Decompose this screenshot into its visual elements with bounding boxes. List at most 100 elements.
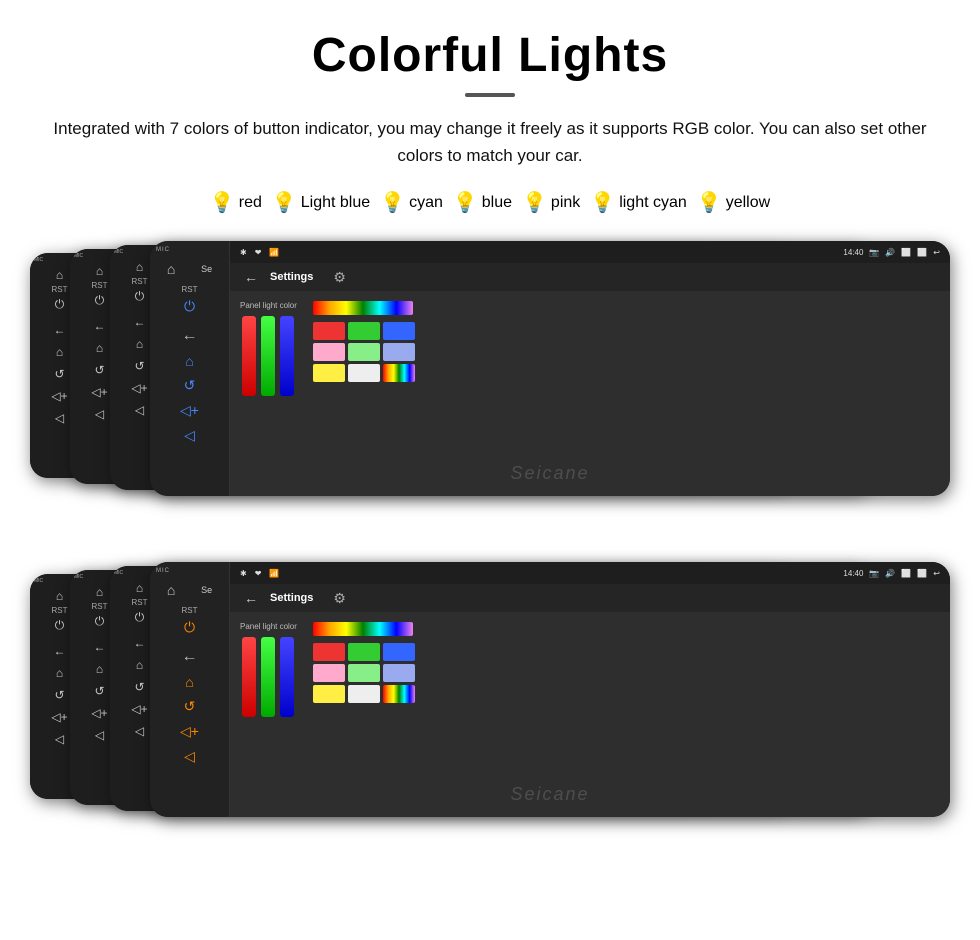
rst-label-2: RST [132, 277, 148, 286]
arrow-icon-4b: ← [54, 644, 66, 658]
back-sys-icon-b: ↩ [933, 569, 940, 578]
color-label-pink: pink [551, 194, 580, 212]
slider-red-b[interactable] [242, 637, 256, 717]
nav1-4b: ⌂ [56, 666, 63, 680]
nav1-2: ⌂ [136, 337, 143, 351]
nav2-2b: ↺ [134, 680, 144, 694]
swatch-white[interactable] [348, 364, 380, 382]
rst-label-3: RST [92, 281, 108, 290]
swatch-white-b[interactable] [348, 685, 380, 703]
panel-light-section-b: Panel light color [240, 622, 297, 717]
slider-blue[interactable] [280, 316, 294, 396]
swatch-red[interactable] [313, 322, 345, 340]
main-content-b: ✱ ❤ 📶 14:40 📷 🔊 ⬜ ⬜ ↩ [230, 562, 950, 817]
nav4-3b: ◁ [95, 728, 104, 742]
screen-group-bottom: MIC ⌂ RST ⏻ ← ⌂ ↺ ◁+ ◁ [20, 552, 960, 827]
sound-icon: 🔊 [885, 248, 895, 257]
bt-icon: ✱ [240, 248, 247, 257]
swatch-pink[interactable] [313, 343, 345, 361]
swatch-red-b[interactable] [313, 643, 345, 661]
swatch-ltgreen-b[interactable] [348, 664, 380, 682]
home-icon-main[interactable]: ⌂ [185, 353, 193, 369]
power-icon-3b: ⏻ [95, 614, 105, 629]
swatch-section-b [313, 622, 415, 703]
swatch-green-b[interactable] [348, 643, 380, 661]
swatch-blue[interactable] [383, 322, 415, 340]
status-right: 14:40 📷 🔊 ⬜ ⬜ ↩ [843, 248, 940, 257]
slider-green-b[interactable] [261, 637, 275, 717]
screens-section: MIC ⌂ RST ⏻ ← ⌂ ↺ ◁+ ◁ [0, 231, 980, 847]
vol-up-icon-b[interactable]: ◁ [184, 748, 195, 765]
nav-icon-row: ← ⌂ ↺ ◁+ ◁ [180, 327, 199, 444]
rst-label-2b: RST [132, 598, 148, 607]
panel-light-label: Panel light color [240, 301, 297, 310]
settings-icon: ⚙ [333, 269, 346, 286]
app-header-b: ← Settings ⚙ [230, 584, 950, 612]
swatch-yellow-b[interactable] [313, 685, 345, 703]
swatch-yellow[interactable] [313, 364, 345, 382]
slider-green[interactable] [261, 316, 275, 396]
color-item-yellow: 💡 yellow [697, 193, 770, 213]
vol-up-icon[interactable]: ◁ [184, 427, 195, 444]
color-item-pink: 💡 pink [522, 193, 580, 213]
nav2-4b: ↺ [54, 688, 64, 702]
bt-icon-b: ✱ [240, 569, 247, 578]
swatch-rainbow-b[interactable] [383, 685, 415, 703]
gradient-bar[interactable] [313, 301, 413, 315]
app-back-icon-b[interactable]: ← [244, 590, 258, 606]
back-arrow-icon[interactable]: ← [181, 327, 197, 345]
sidebar-home-row-b: ⌂ Se [150, 582, 229, 598]
home-icon-main-b[interactable]: ⌂ [185, 674, 193, 690]
arrow-icon-4: ← [54, 323, 66, 337]
back-icon-main-b[interactable]: ↺ [184, 698, 196, 715]
vol-down-icon-b[interactable]: ◁+ [180, 723, 199, 740]
sidebar-top-b: MIC [150, 568, 229, 574]
rst-row-b: RST [182, 606, 198, 615]
bulb-lightcyan-icon: 💡 [590, 193, 615, 213]
slider-blue-b[interactable] [280, 637, 294, 717]
gradient-bar-b[interactable] [313, 622, 413, 636]
time-display-b: 14:40 [843, 569, 863, 578]
settings-content-b: Panel light color [230, 612, 950, 817]
back-arrow-icon-b[interactable]: ← [181, 648, 197, 666]
nav4-3: ◁ [95, 407, 104, 421]
nav2-2: ↺ [134, 359, 144, 373]
nav1-3b: ⌂ [96, 662, 103, 676]
box2-icon-b: ⬜ [917, 569, 927, 578]
power-icon-4b: ⏻ [55, 618, 65, 633]
bulb-blue-icon: 💡 [453, 193, 478, 213]
vol-down-icon[interactable]: ◁+ [180, 402, 199, 419]
wifi-icon: 📶 [269, 248, 279, 257]
power-icon-main-b: ⏻ [184, 619, 195, 636]
swatch-rainbow[interactable] [383, 364, 415, 382]
color-swatches [313, 322, 415, 382]
swatch-green[interactable] [348, 322, 380, 340]
nav4-4b: ◁ [55, 732, 64, 746]
app-header: ← Settings ⚙ [230, 263, 950, 291]
nav4-2b: ◁ [135, 724, 144, 738]
color-label-cyan: cyan [409, 194, 443, 212]
swatch-blue-b[interactable] [383, 643, 415, 661]
arrow-icon-2: ← [134, 315, 146, 329]
app-back-icon[interactable]: ← [244, 269, 258, 285]
device-card-main-b[interactable]: MIC ⌂ Se RST ⏻ ← ⌂ ↺ ◁+ ◁ [150, 562, 950, 817]
power-icon-3: ⏻ [95, 293, 105, 308]
back-icon-main[interactable]: ↺ [184, 377, 196, 394]
swatch-ltblue-b[interactable] [383, 664, 415, 682]
box1-icon-b: ⬜ [901, 569, 911, 578]
nav-icon-row-b: ← ⌂ ↺ ◁+ ◁ [180, 648, 199, 765]
color-label-red: red [239, 194, 262, 212]
bulb-lightblue-icon: 💡 [272, 193, 297, 213]
nav2-3b: ↺ [94, 684, 104, 698]
nav3-4b: ◁+ [51, 710, 67, 724]
arrow-icon-2b: ← [134, 636, 146, 650]
device-card-main[interactable]: MIC ⌂ Se RST ⏻ ← ⌂ ↺ ◁+ ◁ [150, 241, 950, 496]
swatch-ltblue[interactable] [383, 343, 415, 361]
color-item-blue: 💡 blue [453, 193, 512, 213]
signal-icon: ❤ [255, 248, 262, 257]
swatch-ltgreen[interactable] [348, 343, 380, 361]
slider-red[interactable] [242, 316, 256, 396]
rst-row: RST [182, 285, 198, 294]
home-icon-2b: ⌂ [136, 581, 143, 595]
swatch-pink-b[interactable] [313, 664, 345, 682]
